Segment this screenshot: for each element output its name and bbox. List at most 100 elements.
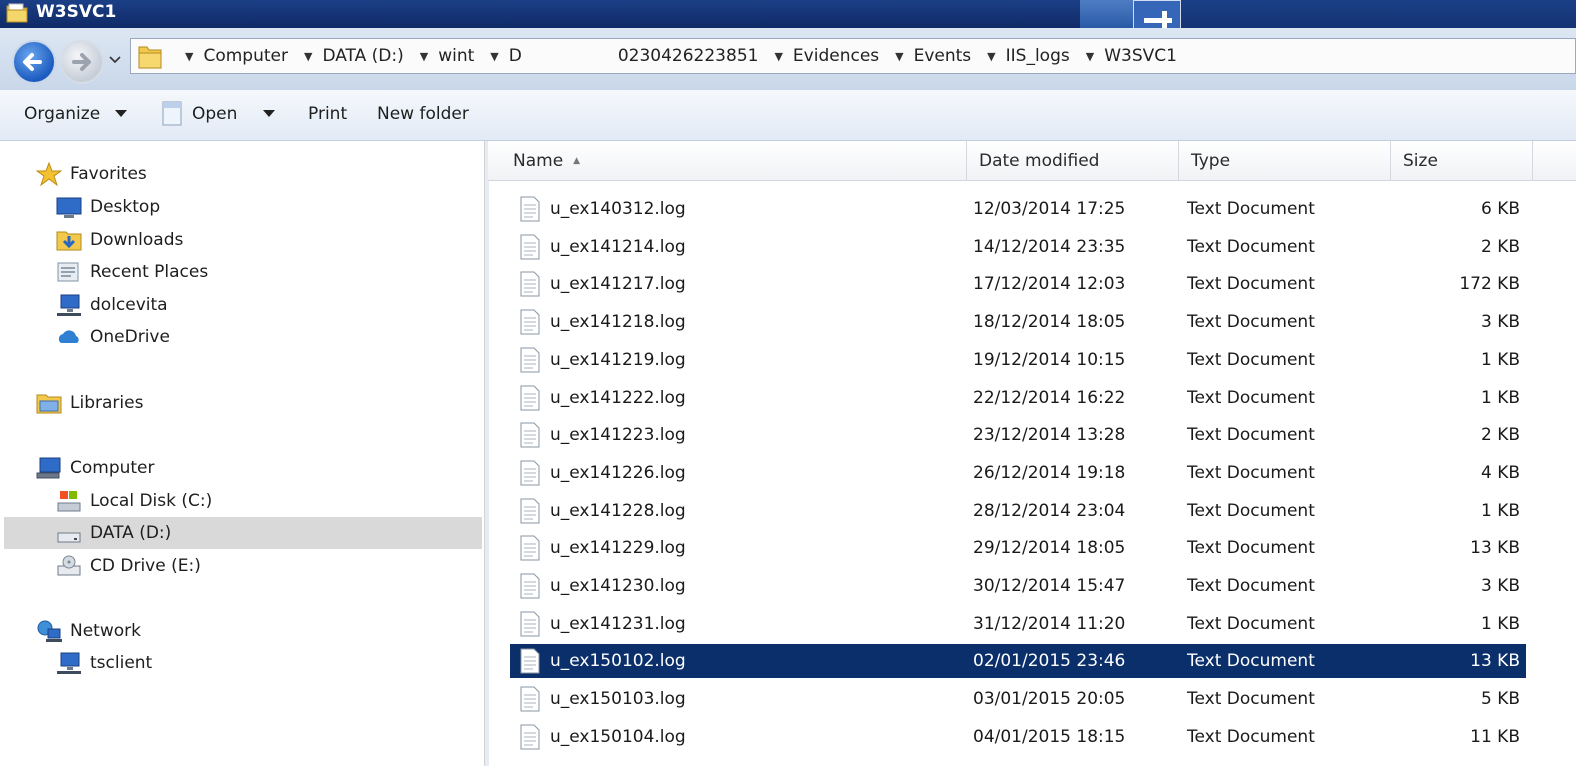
- organize-button[interactable]: Organize: [24, 104, 100, 124]
- column-header-date-modified[interactable]: Date modified: [967, 141, 1179, 180]
- file-date-modified: 23/12/2014 13:28: [973, 425, 1126, 446]
- sidebar-item-label: Local Disk (C:): [90, 491, 213, 511]
- sidebar-group-network[interactable]: Network: [36, 615, 141, 647]
- sidebar-group-label: Computer: [70, 458, 155, 478]
- file-type: Text Document: [1187, 236, 1315, 257]
- table-row[interactable]: u_ex141230.log 30/12/2014 15:47 Text Docum…: [510, 569, 1526, 603]
- file-size: 3 KB: [1480, 312, 1520, 333]
- file-type: Text Document: [1187, 726, 1315, 747]
- open-dropdown-icon[interactable]: [263, 110, 275, 117]
- file-name: u_ex141226.log: [550, 462, 686, 483]
- table-row[interactable]: u_ex141229.log 29/12/2014 18:05 Text Docum…: [510, 531, 1526, 565]
- cloud-icon: [58, 330, 79, 343]
- table-row[interactable]: u_ex141219.log 19/12/2014 10:15 Text Docum…: [510, 343, 1526, 377]
- file-name: u_ex141230.log: [550, 576, 686, 596]
- local-disk-icon: [57, 491, 81, 512]
- recent-pages-dropdown-icon[interactable]: [108, 52, 122, 66]
- file-name: u_ex150102.log: [550, 651, 686, 672]
- column-header-type[interactable]: Type: [1179, 141, 1391, 180]
- sidebar-group-computer[interactable]: Computer: [36, 452, 155, 484]
- sidebar-item-recent-places[interactable]: Recent Places: [56, 256, 208, 288]
- breadcrumb-separator-icon[interactable]: ▼: [490, 50, 498, 63]
- file-date-modified: 31/12/2014 11:20: [973, 613, 1126, 634]
- file-size: 11 KB: [1470, 726, 1520, 747]
- breadcrumb-iis-logs[interactable]: IIS_logs: [1006, 46, 1070, 66]
- table-row[interactable]: u_ex141217.log 17/12/2014 12:03 Text Docum…: [510, 267, 1526, 301]
- file-name: u_ex140312.log: [550, 199, 686, 219]
- breadcrumb-wint[interactable]: wint: [438, 46, 474, 66]
- forward-arrow-icon: [72, 53, 91, 71]
- table-row[interactable]: u_ex141226.log 26/12/2014 19:18 Text Docum…: [510, 456, 1526, 490]
- file-size: 2 KB: [1480, 425, 1520, 446]
- sidebar-item-local-disk-c[interactable]: Local Disk (C:): [56, 485, 212, 517]
- breadcrumb-separator-icon[interactable]: ▼: [987, 50, 995, 63]
- file-name: u_ex141218.log: [550, 312, 686, 333]
- file-date-modified: 12/03/2014 17:25: [973, 199, 1126, 219]
- file-type: Text Document: [1187, 500, 1315, 521]
- table-row[interactable]: u_ex141214.log 14/12/2014 23:35 Text Docum…: [510, 230, 1526, 264]
- table-row[interactable]: u_ex150104.log 04/01/2015 18:15 Text Docum…: [510, 720, 1526, 754]
- file-type: Text Document: [1187, 651, 1315, 672]
- network-computer-icon: [57, 294, 81, 316]
- table-row[interactable]: u_ex141228.log 28/12/2014 23:04 Text Docum…: [510, 494, 1526, 528]
- file-date-modified: 26/12/2014 19:18: [973, 462, 1126, 483]
- breadcrumb-separator-icon[interactable]: ▼: [1086, 50, 1094, 63]
- text-document-icon: [520, 535, 540, 561]
- breadcrumb-separator-icon[interactable]: ▼: [420, 50, 428, 63]
- file-size: 1 KB: [1480, 613, 1520, 634]
- table-row[interactable]: u_ex150103.log 03/01/2015 20:05 Text Docum…: [510, 682, 1526, 716]
- sidebar-item-onedrive[interactable]: OneDrive: [56, 321, 170, 353]
- breadcrumb-evidences[interactable]: Evidences: [793, 46, 879, 66]
- new-folder-button[interactable]: New folder: [377, 104, 469, 124]
- breadcrumb-d[interactable]: D: [509, 46, 522, 66]
- breadcrumb-separator-icon[interactable]: ▼: [895, 50, 903, 63]
- table-row[interactable]: u_ex141223.log 23/12/2014 13:28 Text Docum…: [510, 418, 1526, 452]
- table-row[interactable]: u_ex140312.log 12/03/2014 17:25 Text Docum…: [510, 192, 1526, 226]
- column-header-name[interactable]: Name ▲: [488, 141, 967, 180]
- sidebar-item-label: dolcevita: [90, 295, 168, 315]
- window-title: W3SVC1: [36, 2, 117, 22]
- file-size: 1 KB: [1480, 387, 1520, 408]
- sidebar-item-downloads[interactable]: Downloads: [56, 224, 183, 256]
- table-row[interactable]: u_ex141222.log 22/12/2014 16:22 Text Docum…: [510, 381, 1526, 415]
- table-row[interactable]: u_ex141218.log 18/12/2014 18:05 Text Docum…: [510, 305, 1526, 339]
- organize-dropdown-icon[interactable]: [115, 110, 127, 117]
- file-name: u_ex141214.log: [550, 236, 686, 257]
- file-type: Text Document: [1187, 274, 1315, 295]
- sidebar-item-cd-drive-e[interactable]: CD Drive (E:): [56, 550, 201, 582]
- table-row[interactable]: u_ex141231.log 31/12/2014 11:20 Text Docum…: [510, 607, 1526, 641]
- open-button[interactable]: Open: [192, 104, 237, 124]
- sidebar-item-dolcevita[interactable]: dolcevita: [56, 289, 168, 321]
- file-name: u_ex141231.log: [550, 613, 686, 634]
- breadcrumb-w3svc1[interactable]: W3SVC1: [1104, 46, 1177, 66]
- sidebar-item-tsclient[interactable]: tsclient: [56, 647, 152, 679]
- file-size: 3 KB: [1480, 576, 1520, 596]
- sidebar-group-label: Libraries: [70, 393, 144, 413]
- breadcrumb-separator-icon[interactable]: ▼: [774, 50, 782, 63]
- forward-button[interactable]: [60, 40, 104, 84]
- breadcrumb-separator-icon[interactable]: ▼: [185, 50, 193, 63]
- network-computer-icon: [57, 652, 81, 674]
- table-row[interactable]: u_ex150102.log 02/01/2015 23:46 Text Docum…: [510, 644, 1526, 679]
- print-button[interactable]: Print: [308, 104, 347, 124]
- breadcrumb-data-drive[interactable]: DATA (D:): [322, 46, 403, 66]
- address-bar[interactable]: ▼ Computer ▼ DATA (D:) ▼ wint ▼ D 023042…: [130, 38, 1576, 74]
- breadcrumb-computer[interactable]: Computer: [203, 46, 288, 66]
- text-document-icon: [520, 385, 540, 410]
- sidebar-group-favorites[interactable]: Favorites: [36, 158, 147, 190]
- breadcrumb-separator-icon[interactable]: ▼: [304, 50, 312, 63]
- file-date-modified: 28/12/2014 23:04: [973, 500, 1126, 521]
- column-header-size[interactable]: Size: [1391, 141, 1533, 180]
- sidebar-item-desktop[interactable]: Desktop: [56, 191, 160, 223]
- sidebar-item-label: OneDrive: [90, 327, 170, 347]
- breadcrumb-case-folder[interactable]: 0230426223851: [618, 46, 759, 66]
- file-date-modified: 02/01/2015 23:46: [973, 651, 1126, 672]
- sidebar-item-data-d[interactable]: DATA (D:): [4, 517, 482, 549]
- sidebar-item-label: Recent Places: [90, 262, 209, 282]
- back-button[interactable]: [12, 40, 56, 84]
- file-type: Text Document: [1187, 689, 1315, 710]
- text-document-icon: [520, 309, 540, 335]
- sidebar-group-libraries[interactable]: Libraries: [36, 387, 143, 419]
- file-date-modified: 29/12/2014 18:05: [973, 538, 1126, 559]
- breadcrumb-events[interactable]: Events: [914, 46, 972, 66]
